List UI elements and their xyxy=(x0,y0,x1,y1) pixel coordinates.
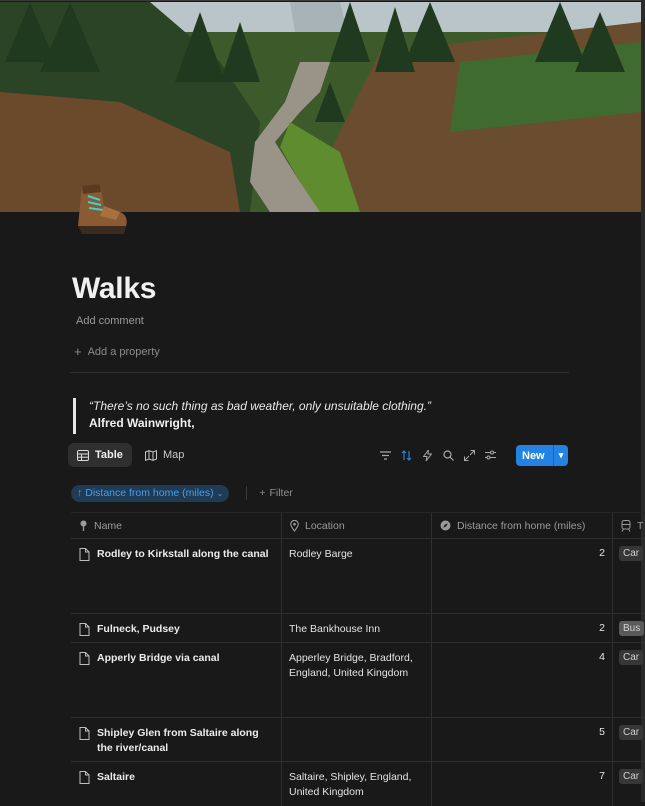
quote-author: Alfred Wainwright, xyxy=(89,416,195,430)
train-icon xyxy=(621,519,631,532)
plus-icon: + xyxy=(259,487,266,499)
page-icon xyxy=(79,548,90,561)
map-icon xyxy=(145,449,157,461)
arrow-up-icon: ↑ xyxy=(77,487,83,499)
page-icon xyxy=(79,771,90,784)
cell-transport[interactable]: Car xyxy=(612,539,645,613)
column-header-distance[interactable]: Distance from home (miles) xyxy=(431,513,612,538)
add-filter-label: Filter xyxy=(269,487,293,499)
walk-name: Apperly Bridge via canal xyxy=(97,652,220,664)
cell-name[interactable]: Rodley to Kirkstall along the canal xyxy=(71,539,281,613)
pin-icon xyxy=(80,520,87,531)
expand-icon[interactable] xyxy=(462,448,477,463)
cell-transport[interactable]: Car xyxy=(612,643,645,717)
filter-icon[interactable] xyxy=(378,448,393,463)
tab-map[interactable]: Map xyxy=(136,443,193,467)
automation-icon[interactable] xyxy=(420,448,435,463)
cell-transport[interactable]: Car xyxy=(612,762,645,806)
table-row[interactable]: Fulneck, Pudsey The Bankhouse Inn 2 Bus xyxy=(71,614,645,643)
compass-icon xyxy=(440,520,451,531)
settings-icon[interactable] xyxy=(483,448,498,463)
add-comment-button[interactable]: Add comment xyxy=(76,315,144,327)
add-filter-button[interactable]: + Filter xyxy=(259,487,292,499)
quote-text: “There’s no such thing as bad weather, o… xyxy=(89,399,431,413)
column-header-transport[interactable]: T xyxy=(612,513,645,538)
cell-transport[interactable]: Bus xyxy=(612,614,645,642)
new-button[interactable]: New ▾ xyxy=(516,445,568,466)
transport-tag: Car xyxy=(619,725,644,740)
transport-tag: Car xyxy=(619,769,644,784)
table-row[interactable]: Apperly Bridge via canal Apperley Bridge… xyxy=(71,643,645,718)
page-icon xyxy=(79,652,90,665)
column-header-location[interactable]: Location xyxy=(281,513,431,538)
page-title[interactable]: Walks xyxy=(72,272,156,306)
page-icon xyxy=(79,727,90,740)
chevron-down-icon: ⌄ xyxy=(216,488,224,498)
walk-name: Saltaire xyxy=(97,771,135,783)
new-button-label: New xyxy=(522,449,545,462)
chevron-down-icon[interactable]: ▾ xyxy=(554,450,568,461)
cell-transport[interactable]: Car xyxy=(612,718,645,761)
cell-location[interactable] xyxy=(281,718,431,761)
cell-distance[interactable]: 4 xyxy=(431,643,612,717)
table-row[interactable]: Rodley to Kirkstall along the canal Rodl… xyxy=(71,539,645,614)
filter-bar: ↑ Distance from home (miles) ⌄ + Filter xyxy=(71,484,293,502)
window-top-border xyxy=(0,0,645,1)
cell-name[interactable]: Saltaire xyxy=(71,762,281,806)
database-view-bar: Table Map New ▾ xyxy=(68,443,568,467)
cell-distance[interactable]: 5 xyxy=(431,718,612,761)
add-property-button[interactable]: + Add a property xyxy=(74,344,160,359)
column-header-label: Distance from home (miles) xyxy=(457,519,586,532)
transport-tag: Car xyxy=(619,650,644,665)
table-icon xyxy=(77,449,89,461)
cell-location[interactable]: Saltaire, Shipley, England, United Kingd… xyxy=(281,762,431,806)
sort-chip-label: Distance from home (miles) xyxy=(85,487,214,499)
column-header-name[interactable]: Name xyxy=(71,513,281,538)
table-row[interactable]: Saltaire Saltaire, Shipley, England, Uni… xyxy=(71,762,645,806)
column-header-label: Name xyxy=(94,519,123,532)
plus-icon: + xyxy=(74,344,82,359)
walk-name: Shipley Glen from Saltaire along the riv… xyxy=(97,727,259,754)
divider xyxy=(70,372,569,373)
location-icon xyxy=(290,519,299,532)
tab-map-label: Map xyxy=(163,449,185,461)
column-header-label: T xyxy=(637,519,644,532)
add-property-label: Add a property xyxy=(87,345,160,358)
transport-tag: Bus xyxy=(619,621,645,636)
sort-icon[interactable] xyxy=(399,448,414,463)
search-icon[interactable] xyxy=(441,448,456,463)
tab-table[interactable]: Table xyxy=(68,443,132,467)
cell-location[interactable]: Apperley Bridge, Bradford, England, Unit… xyxy=(281,643,431,717)
cell-name[interactable]: Fulneck, Pudsey xyxy=(71,614,281,642)
hiking-boot-icon[interactable] xyxy=(70,176,132,238)
database-toolbar xyxy=(378,443,498,467)
column-header-label: Location xyxy=(305,519,345,532)
table-row[interactable]: Shipley Glen from Saltaire along the riv… xyxy=(71,718,645,762)
walk-name: Fulneck, Pudsey xyxy=(97,623,180,635)
transport-tag: Car xyxy=(619,546,644,561)
cell-distance[interactable]: 2 xyxy=(431,539,612,613)
cell-distance[interactable]: 7 xyxy=(431,762,612,806)
cell-distance[interactable]: 2 xyxy=(431,614,612,642)
walk-name: Rodley to Kirkstall along the canal xyxy=(97,548,269,560)
tab-table-label: Table xyxy=(95,449,123,461)
cell-name[interactable]: Apperly Bridge via canal xyxy=(71,643,281,717)
quote-block[interactable]: “There’s no such thing as bad weather, o… xyxy=(73,398,431,434)
cell-location[interactable]: The Bankhouse Inn xyxy=(281,614,431,642)
filter-separator xyxy=(246,486,248,500)
page-icon xyxy=(79,623,90,636)
table-header: Name Location Distance from home (miles)… xyxy=(71,512,645,539)
sort-chip[interactable]: ↑ Distance from home (miles) ⌄ xyxy=(71,484,230,502)
cell-location[interactable]: Rodley Barge xyxy=(281,539,431,613)
walks-table: Name Location Distance from home (miles)… xyxy=(71,512,645,806)
cell-name[interactable]: Shipley Glen from Saltaire along the riv… xyxy=(71,718,281,761)
